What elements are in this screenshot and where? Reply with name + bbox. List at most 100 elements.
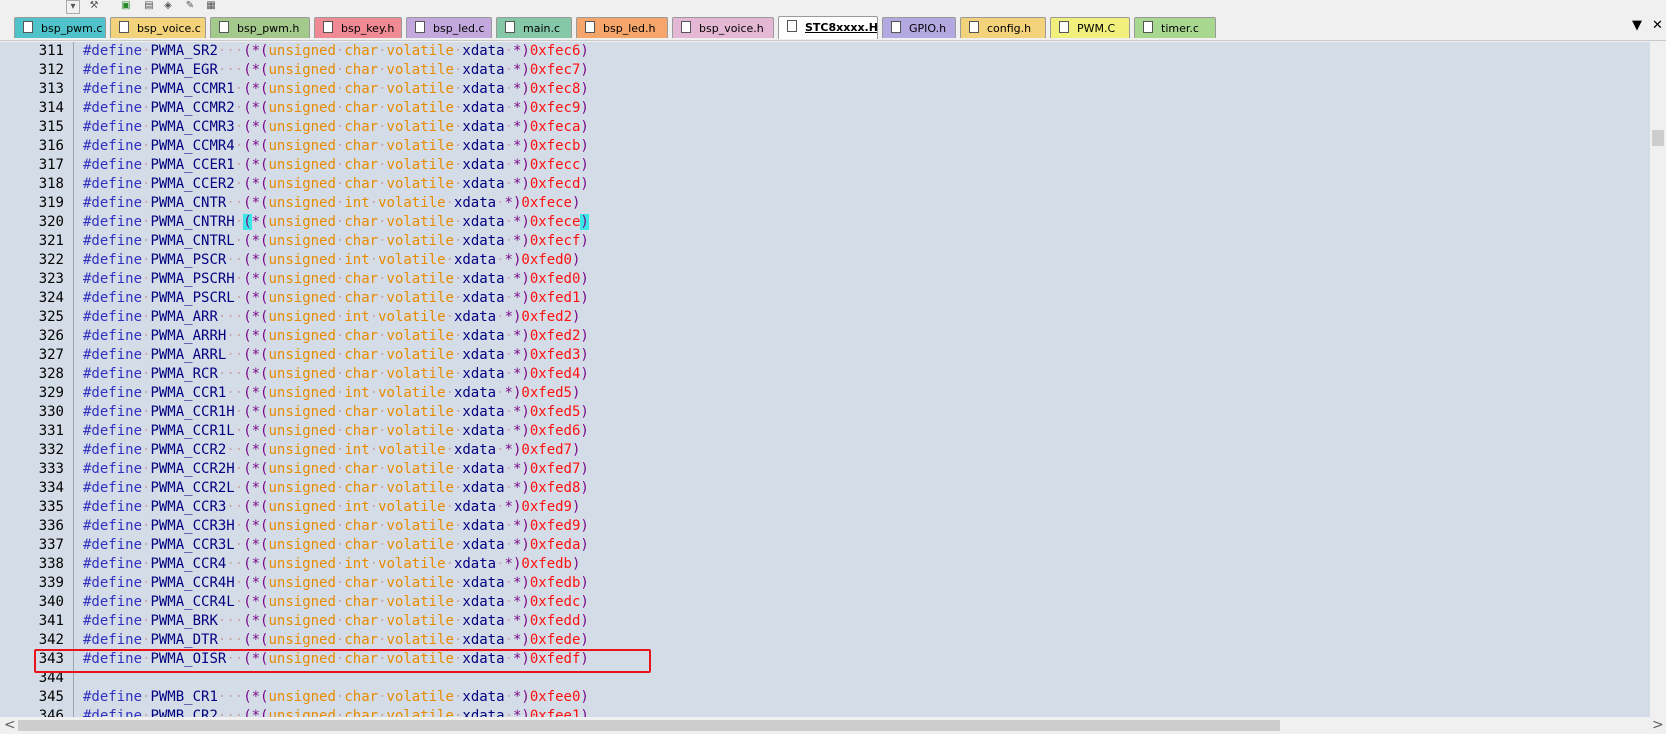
image-icon[interactable]: ▦ (204, 0, 218, 12)
type-unsigned: unsigned (268, 347, 336, 363)
hex-address: 0xfed7 (529, 461, 581, 477)
punct: (*( (243, 290, 269, 306)
whitespace-marker: · (504, 537, 513, 553)
tab-config-h[interactable]: config.h (960, 17, 1046, 38)
code-text: #define·PWMA_CCR2H·(*(unsigned·char·vola… (83, 460, 589, 479)
punct: (*( (243, 537, 269, 553)
file-icon (119, 21, 129, 33)
whitespace-marker: · (378, 100, 387, 116)
tab-bsp-pwm-h[interactable]: bsp_pwm.h (210, 17, 310, 38)
whitespace-marker: · (234, 214, 244, 230)
punct: (*( (243, 575, 269, 591)
xdata-keyword: xdata (462, 290, 505, 306)
type-unsigned: unsigned (268, 613, 336, 629)
tab-main-c[interactable]: main.c (496, 17, 572, 38)
xdata-keyword: xdata (462, 328, 505, 344)
macro-name: PWMA_CCER2 (150, 176, 235, 192)
code-line: 340 #define·PWMA_CCR4L·(*(unsigned·char·v… (0, 593, 1650, 612)
punct: (*( (243, 499, 269, 515)
tab-bsp-led-h[interactable]: bsp_led.h (576, 17, 668, 38)
line-number: 331 (38, 423, 64, 439)
hex-address: 0xfee0 (529, 689, 581, 705)
vertical-scroll-thumb[interactable] (1652, 130, 1664, 146)
whitespace-marker: · (496, 442, 505, 458)
code-text: #define·PWMA_CCER2·(*(unsigned·char·vola… (83, 175, 589, 194)
code-text: #define·PWMA_CNTR··(*(unsigned·int·volat… (83, 194, 580, 213)
whitespace-marker: ··· (217, 632, 244, 648)
code-line: 325 #define·PWMA_ARR···(*(unsigned·int·vo… (0, 308, 1650, 327)
vertical-scrollbar[interactable] (1650, 42, 1666, 717)
hex-address: 0xfed2 (529, 328, 581, 344)
tab-bsp-voice-h[interactable]: bsp_voice.h (672, 17, 774, 38)
scroll-left-icon[interactable]: < (4, 717, 16, 734)
whitespace-marker: · (504, 119, 513, 135)
type-volatile: volatile (378, 252, 446, 268)
line-number: 342 (38, 632, 64, 648)
whitespace-marker: · (234, 594, 244, 610)
define-keyword: #define (83, 708, 143, 717)
window-icon[interactable]: ▣ (120, 0, 132, 12)
whitespace-marker: · (378, 43, 387, 59)
punct: ) (571, 195, 581, 211)
tab-bsp-led-c[interactable]: bsp_led.c (406, 17, 492, 38)
whitespace-marker: · (504, 271, 513, 287)
wand-icon[interactable]: ✎ (184, 0, 196, 12)
code-editor[interactable]: 311 #define·PWMA_SR2···(*(unsigned·char·v… (0, 42, 1650, 717)
define-keyword: #define (83, 62, 143, 78)
type-volatile: volatile (386, 613, 454, 629)
whitespace-marker: · (504, 233, 513, 249)
tab-pwm-c[interactable]: PWM.C (1050, 17, 1130, 38)
line-number: 313 (38, 81, 64, 97)
punct: *) (512, 594, 530, 610)
punct: (*( (243, 423, 269, 439)
code-line: 324 #define·PWMA_PSCRL·(*(unsigned·char·v… (0, 289, 1650, 308)
punct: *) (512, 632, 530, 648)
code-text: #define·PWMA_CCR2L·(*(unsigned·char·vola… (83, 479, 589, 498)
type-unsigned: unsigned (268, 404, 336, 420)
tab-gpio-h[interactable]: GPIO.h (882, 17, 956, 38)
dropdown-icon[interactable]: ▾ (66, 0, 80, 14)
horizontal-scrollbar[interactable]: < > (0, 717, 1666, 734)
line-number: 311 (38, 43, 64, 59)
whitespace-marker: · (369, 309, 379, 325)
code-line: 318 #define·PWMA_CCER2·(*(unsigned·char·v… (0, 175, 1650, 194)
hex-address: 0xfecb (529, 138, 581, 154)
type-volatile: volatile (386, 347, 454, 363)
scroll-right-icon[interactable]: > (1652, 717, 1664, 734)
define-keyword: #define (83, 404, 143, 420)
punct: *) (512, 613, 530, 629)
tab-stc8xxxx-h[interactable]: STC8xxxx.H (778, 16, 878, 39)
code-line: 323 #define·PWMA_PSCRH·(*(unsigned·char·v… (0, 270, 1650, 289)
xdata-keyword: xdata (453, 195, 497, 211)
whitespace-marker: ·· (226, 328, 244, 344)
type-unsigned: unsigned (268, 252, 336, 268)
layers-icon[interactable]: ◈ (162, 0, 174, 12)
close-icon[interactable]: ✕ (1652, 14, 1663, 38)
punct: ) (580, 328, 589, 344)
tab-timer-c[interactable]: timer.c (1134, 17, 1216, 38)
line-number: 333 (38, 461, 64, 477)
tab-list-dropdown-icon[interactable]: ▼ (1632, 14, 1642, 38)
print-icon[interactable]: ▤ (143, 0, 155, 12)
tab-bsp-voice-c[interactable]: bsp_voice.c (110, 17, 206, 38)
type-unsigned: unsigned (268, 43, 336, 59)
whitespace-marker: · (234, 271, 244, 287)
macro-name: PWMA_CCR2H (150, 461, 235, 477)
punct: ) (580, 632, 589, 648)
tab-label: PWM.C (1077, 22, 1116, 35)
hex-address: 0xfee1 (529, 708, 581, 717)
type-volatile: volatile (386, 271, 454, 287)
punct: (*( (243, 404, 269, 420)
whitespace-marker: · (445, 252, 454, 268)
whitespace-marker: · (234, 575, 244, 591)
whitespace-marker: · (504, 708, 513, 717)
punct: (*( (243, 252, 269, 268)
tab-bsp-pwm-c[interactable]: bsp_pwm.c (14, 17, 106, 38)
xdata-keyword: xdata (453, 385, 497, 401)
type-name: char (344, 518, 379, 534)
tab-bsp-key-h[interactable]: bsp_key.h (314, 17, 402, 38)
horizontal-scroll-thumb[interactable] (18, 720, 1280, 731)
tool-icon[interactable]: ⚒ (88, 0, 100, 12)
macro-name: PWMA_CCR4 (150, 556, 227, 572)
whitespace-marker: · (445, 309, 454, 325)
